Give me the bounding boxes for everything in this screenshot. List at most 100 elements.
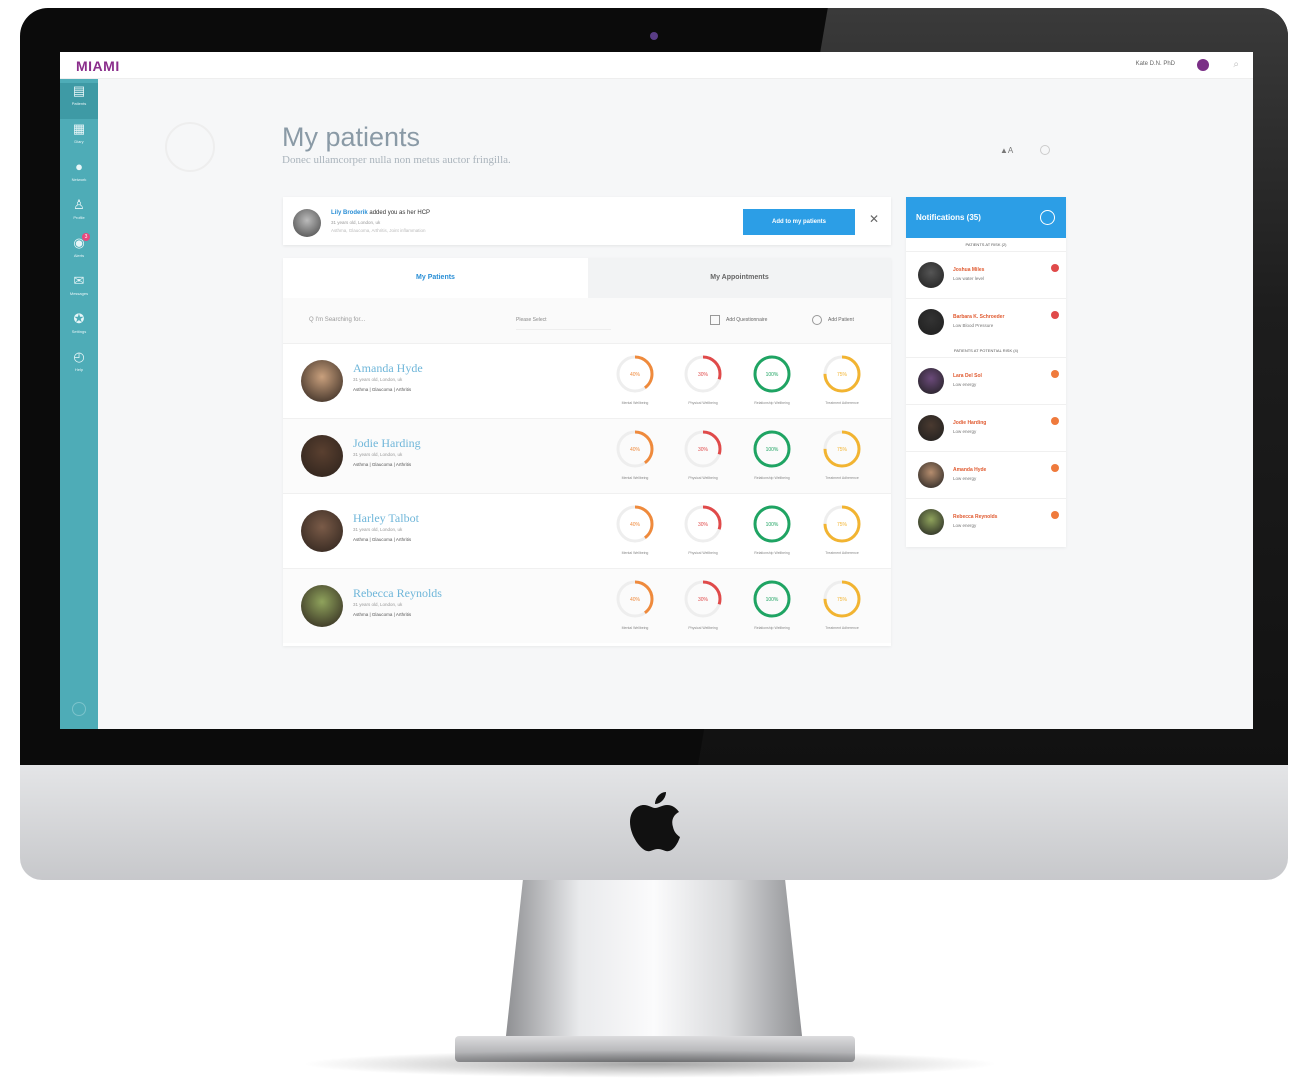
filter-select[interactable]: Please Select xyxy=(516,310,611,330)
imac-mockup: MIAMI Kate D.N. PhD ⌕ ▤ Patients ▦ Diary ● Ne… xyxy=(0,0,1301,1078)
notification-section-label: PATIENTS AT POTENTIAL RISK (4) xyxy=(953,348,1019,353)
search-input[interactable]: Q I'm Searching for... xyxy=(303,310,503,330)
language-flag-icon[interactable] xyxy=(1197,59,1209,71)
sidebar-item-diary[interactable]: ▦ Diary xyxy=(60,121,98,157)
sidebar-item-label: Network xyxy=(71,177,87,182)
avatar xyxy=(918,462,944,488)
alert-badge: 3 xyxy=(82,233,90,241)
patient-name[interactable]: Amanda Hyde xyxy=(353,361,423,376)
sidebar-item-network[interactable]: ● Network xyxy=(60,159,98,195)
avatar xyxy=(918,262,944,288)
add-questionnaire-label: Add Questionnaire xyxy=(726,317,768,323)
wellbeing-gauge: 40% xyxy=(616,430,654,468)
wellbeing-gauge: 100% xyxy=(753,430,791,468)
notification-name: Lara Del Sol xyxy=(953,373,982,379)
table-row[interactable]: Rebecca Reynolds 31 years old, London, u… xyxy=(283,568,891,643)
sidebar-item-label: Messages xyxy=(69,291,89,296)
close-icon[interactable]: ✕ xyxy=(869,212,879,226)
app-screen: MIAMI Kate D.N. PhD ⌕ ▤ Patients ▦ Diary ● Ne… xyxy=(60,52,1253,729)
table-row[interactable]: Harley Talbot 31 years old, London, uk A… xyxy=(283,493,891,568)
avatar xyxy=(918,509,944,535)
sidebar-item-settings[interactable]: ✪ Settings xyxy=(60,311,98,347)
sidebar-item-label: Diary xyxy=(74,139,84,144)
top-bar: MIAMI Kate D.N. PhD ⌕ xyxy=(60,52,1253,79)
sidebar-item-help[interactable]: ◴ Help xyxy=(60,349,98,385)
invite-name[interactable]: Lily Broderik xyxy=(331,210,368,216)
page-title: My patients xyxy=(282,122,421,152)
notification-item[interactable]: Barbara K. Schroeder Low Blood Pressure xyxy=(906,298,1066,344)
diary-icon: ▦ xyxy=(72,121,86,136)
user-icon xyxy=(812,314,822,325)
add-patient-button[interactable]: Add Patient xyxy=(812,310,854,330)
sort-toggle[interactable]: ▲A xyxy=(1000,146,1013,155)
logout-icon[interactable] xyxy=(72,702,86,716)
patient-conditions: Asthma | Glaucoma | Arthritis xyxy=(353,537,412,542)
gauge-label: Treatment Adherence xyxy=(825,401,859,405)
add-patient-label: Add Patient xyxy=(828,317,854,323)
app-logo[interactable]: MIAMI xyxy=(76,58,120,74)
risk-indicator xyxy=(1051,264,1059,272)
tab-my-appointments[interactable]: My Appointments xyxy=(588,258,891,298)
questionnaire-icon xyxy=(710,314,720,325)
notifications-panel: Notifications (35) PATIENTS AT RISK (2) … xyxy=(906,197,1066,547)
avatar xyxy=(301,510,343,552)
wellbeing-gauge: 30% xyxy=(684,355,722,393)
gauge-value: 100% xyxy=(766,597,779,603)
notification-name: Joshua Miles xyxy=(953,267,985,273)
gauge-value: 100% xyxy=(766,522,779,528)
sidebar: ▤ Patients ▦ Diary ● Network ♙ Profile ◉ Alerts 3 ✉… xyxy=(60,79,98,729)
patient-name[interactable]: Jodie Harding xyxy=(353,436,421,451)
risk-indicator xyxy=(1051,464,1059,472)
avatar xyxy=(301,585,343,627)
wellbeing-gauge: 75% xyxy=(823,430,861,468)
wellbeing-gauge: 40% xyxy=(616,580,654,618)
user-name[interactable]: Kate D.N. PhD xyxy=(1136,61,1175,67)
notification-item[interactable]: Rebecca Reynolds Low energy xyxy=(906,498,1066,544)
notification-item[interactable]: Lara Del Sol Low energy xyxy=(906,357,1066,403)
gauge-label: Relationship Wellbeing xyxy=(754,401,790,405)
gauge-value: 30% xyxy=(698,447,709,453)
notification-desc: Low Blood Pressure xyxy=(953,323,994,328)
tab-my-patients[interactable]: My Patients xyxy=(283,258,588,298)
table-row[interactable]: Amanda Hyde 31 years old, London, uk Ast… xyxy=(283,343,891,418)
notification-desc: Low water level xyxy=(953,276,985,281)
avatar xyxy=(301,435,343,477)
settings-toggle-icon[interactable] xyxy=(1040,145,1050,155)
patient-name[interactable]: Rebecca Reynolds xyxy=(353,586,442,601)
sidebar-item-label: Help xyxy=(74,367,84,372)
avatar xyxy=(301,360,343,402)
background-logo-icon xyxy=(165,122,215,172)
invite-meta: 31 years old, London, uk xyxy=(331,220,381,225)
notification-desc: Low energy xyxy=(953,429,977,434)
wellbeing-gauge: 30% xyxy=(684,505,722,543)
notifications-title: Notifications (35) xyxy=(916,213,981,222)
sidebar-item-messages[interactable]: ✉ Messages xyxy=(60,273,98,309)
patient-meta: 31 years old, London, uk xyxy=(353,377,403,382)
sidebar-item-alerts[interactable]: ◉ Alerts 3 xyxy=(60,233,98,271)
gauge-label: Physical Wellbeing xyxy=(688,476,718,480)
notification-item[interactable]: Amanda Hyde Low energy xyxy=(906,451,1066,497)
gauge-label: Mental Wellbeing xyxy=(621,551,649,555)
patient-conditions: Asthma | Glaucoma | Arthritis xyxy=(353,612,412,617)
patient-name[interactable]: Harley Talbot xyxy=(353,511,419,526)
sidebar-item-patients[interactable]: ▤ Patients xyxy=(60,83,98,119)
stand-shadow xyxy=(300,1050,1000,1078)
table-row[interactable]: Jodie Harding 31 years old, London, uk A… xyxy=(283,418,891,493)
collapse-icon[interactable] xyxy=(1040,210,1055,225)
notification-name: Amanda Hyde xyxy=(953,467,987,473)
sidebar-item-profile[interactable]: ♙ Profile xyxy=(60,197,98,233)
gauge-value: 40% xyxy=(630,597,641,603)
sidebar-item-label: Profile xyxy=(73,215,85,220)
notification-item[interactable]: Joshua Miles Low water level xyxy=(906,251,1066,297)
add-to-my-patients-button[interactable]: Add to my patients xyxy=(743,209,855,235)
gauge-value: 30% xyxy=(698,597,709,603)
gauge-label: Treatment Adherence xyxy=(825,551,859,555)
patient-meta: 31 years old, London, uk xyxy=(353,602,403,607)
add-questionnaire-button[interactable]: Add Questionnaire xyxy=(710,310,767,330)
notification-item[interactable]: Jodie Harding Low energy xyxy=(906,404,1066,450)
wellbeing-gauge: 30% xyxy=(684,430,722,468)
search-icon[interactable]: ⌕ xyxy=(1233,59,1239,70)
risk-indicator xyxy=(1051,311,1059,319)
avatar xyxy=(918,368,944,394)
patients-toolbar: Q I'm Searching for... Please Select Add… xyxy=(283,298,891,343)
